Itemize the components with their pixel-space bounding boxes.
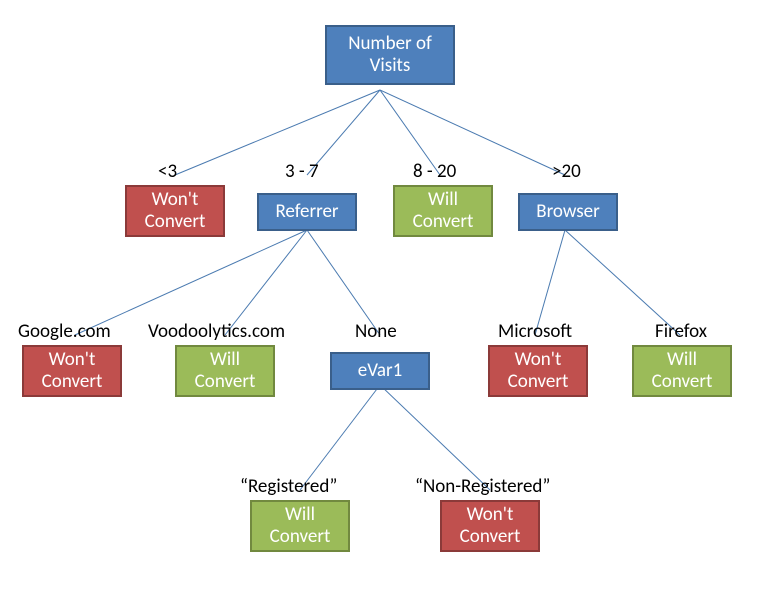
- browser-label-firefox: Firefox: [655, 320, 707, 343]
- node-referrer: Referrer: [257, 193, 357, 231]
- node-microsoft-wont-convert: Won't Convert: [488, 345, 588, 397]
- node-google-wont-convert: Won't Convert: [22, 345, 122, 397]
- node-registered-will-convert: Will Convert: [250, 500, 350, 552]
- evar1-label-registered: “Registered”: [240, 475, 337, 498]
- node-evar1: eVar1: [330, 352, 430, 390]
- ref-label-voodoo: Voodoolytics.com: [148, 320, 285, 343]
- ref-label-none: None: [355, 320, 397, 343]
- root-line2: Visits: [370, 55, 411, 77]
- node-8-20-will-convert: Will Convert: [393, 185, 493, 237]
- root-node: Number of Visits: [325, 25, 455, 85]
- branch-label-gt20: >20: [552, 160, 581, 183]
- connector-lines: [0, 0, 762, 608]
- root-line1: Number of: [348, 33, 432, 55]
- evar1-label-nonregistered: “Non-Registered”: [415, 475, 550, 498]
- browser-label-microsoft: Microsoft: [498, 320, 572, 343]
- node-lt3-wont-convert: Won't Convert: [125, 185, 225, 237]
- node-browser: Browser: [518, 193, 618, 231]
- branch-label-8-20: 8 - 20: [413, 160, 456, 183]
- node-nonregistered-wont-convert: Won't Convert: [440, 500, 540, 552]
- branch-label-lt3: <3: [158, 160, 177, 183]
- branch-label-3-7: 3 - 7: [285, 160, 319, 183]
- node-voodoo-will-convert: Will Convert: [175, 345, 275, 397]
- ref-label-google: Google.com: [18, 320, 111, 343]
- node-firefox-will-convert: Will Convert: [632, 345, 732, 397]
